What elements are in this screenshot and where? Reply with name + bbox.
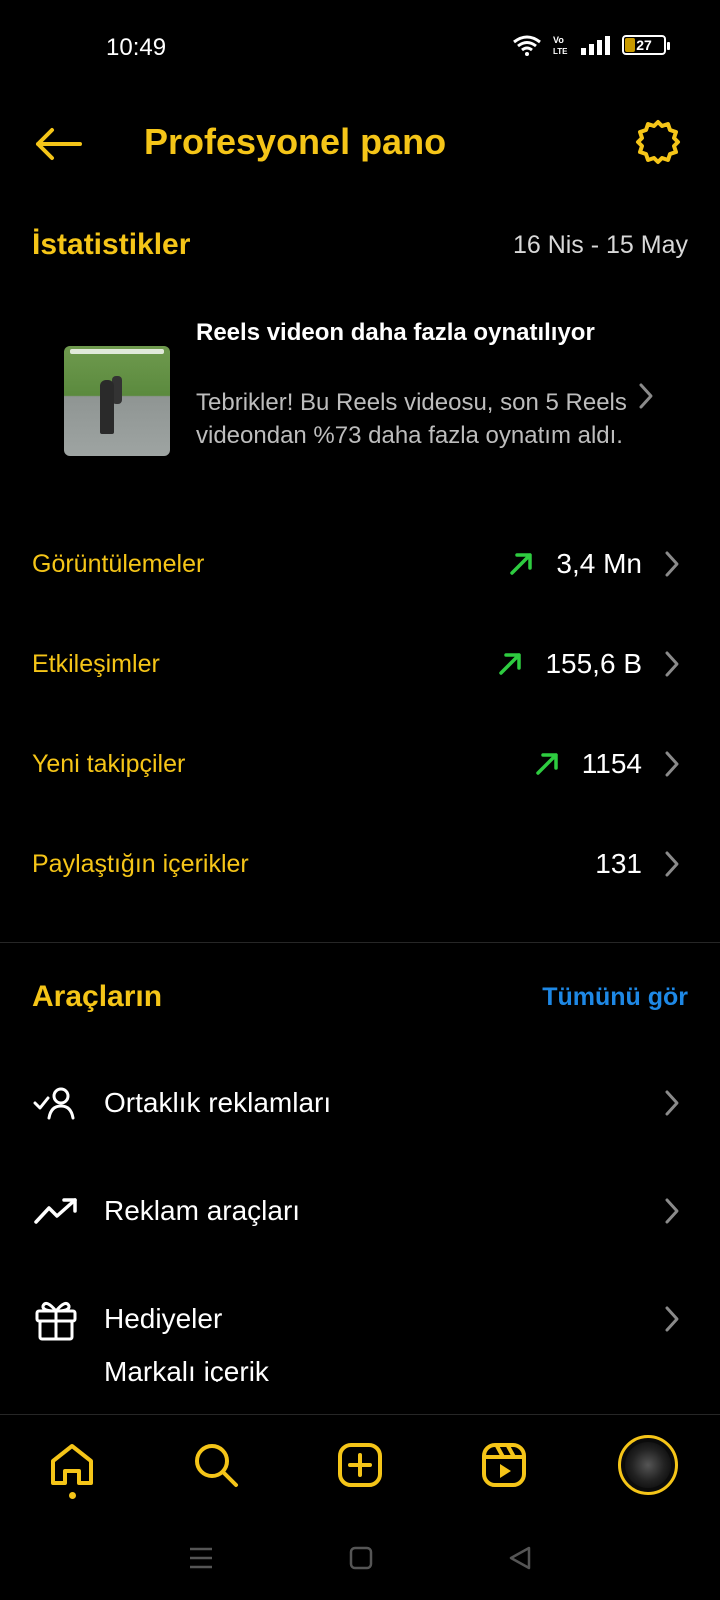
menu-icon[interactable] — [188, 1546, 214, 1570]
signal-icon — [581, 36, 610, 55]
tool-item-gifts[interactable]: Hediyeler — [32, 1284, 680, 1354]
status-time: 10:49 — [106, 34, 167, 61]
chevron-right-icon — [639, 383, 653, 409]
chevron-right-icon — [665, 851, 679, 877]
back-triangle-icon[interactable] — [508, 1546, 532, 1570]
back-button[interactable] — [30, 116, 86, 172]
stats-title: İstatistikler — [32, 228, 191, 261]
battery-icon: 27 — [622, 35, 670, 55]
create-plus-icon — [338, 1442, 382, 1487]
arrow-left-icon — [36, 128, 82, 160]
see-all-link[interactable]: Tümünü gör — [542, 983, 688, 1012]
chevron-right-icon — [665, 1090, 679, 1116]
tool-item-ad-tools[interactable]: Reklam araçları — [32, 1176, 680, 1246]
search-icon — [195, 1443, 238, 1487]
stat-value: 3,4 Mn — [556, 548, 642, 579]
battery-fill — [625, 38, 636, 52]
stat-label: Yeni takipçiler — [32, 749, 186, 778]
stat-value: 1154 — [581, 748, 642, 779]
nav-create[interactable] — [320, 1425, 400, 1505]
system-nav-bar — [0, 1516, 720, 1600]
status-icons: Vo LTE 27 — [512, 34, 670, 56]
reel-highlight-card[interactable]: Reels videon daha fazla oynatılıyor Tebr… — [64, 316, 688, 490]
stat-row-new-followers[interactable]: Yeni takipçiler 1154 — [32, 734, 680, 794]
reel-highlight-title: Reels videon daha fazla oynatılıyor — [196, 319, 595, 346]
stat-row-shared-content[interactable]: Paylaştığın içerikler 131 — [32, 834, 680, 894]
home-icon — [51, 1443, 93, 1485]
stat-label: Paylaştığın içerikler — [32, 849, 249, 878]
stat-value: 131 — [595, 848, 642, 879]
svg-text:Vo: Vo — [553, 35, 564, 45]
chevron-right-icon — [665, 751, 679, 777]
header: Profesyonel pano — [0, 96, 720, 196]
trend-up-icon — [510, 553, 533, 575]
active-indicator — [69, 1491, 76, 1499]
tool-label: Reklam araçları — [104, 1195, 301, 1226]
chevron-right-icon — [665, 1198, 679, 1224]
stat-row-views[interactable]: Görüntülemeler 3,4 Mn — [32, 534, 680, 594]
page-title: Profesyonel pano — [144, 121, 447, 162]
stat-label: Etkileşimler — [32, 649, 160, 678]
nav-profile[interactable] — [608, 1425, 688, 1505]
tool-label: Hediyeler — [104, 1303, 223, 1334]
trending-up-icon — [34, 1198, 77, 1224]
trend-up-icon — [499, 653, 522, 675]
tools-header: Araçların Tümünü gör — [32, 974, 688, 1020]
chevron-right-icon — [665, 1306, 679, 1332]
profile-avatar — [618, 1434, 678, 1495]
section-divider — [0, 942, 720, 943]
tools-title: Araçların — [32, 980, 163, 1013]
reel-highlight-description: Tebrikler! Bu Reels videosu, son 5 Reels… — [196, 389, 627, 449]
date-range[interactable]: 16 Nis - 15 May — [513, 231, 688, 260]
nav-reels[interactable] — [464, 1425, 544, 1505]
settings-button[interactable] — [630, 114, 686, 170]
nav-home[interactable] — [32, 1425, 112, 1505]
partnership-user-check-icon — [33, 1087, 75, 1120]
tool-label: Ortaklık reklamları — [104, 1087, 332, 1118]
tool-item-branded-content[interactable]: Markalı içerik — [104, 1352, 269, 1382]
home-square-icon[interactable] — [349, 1546, 373, 1570]
bottom-nav — [0, 1414, 720, 1514]
trend-up-icon — [536, 753, 558, 775]
reels-icon — [482, 1442, 526, 1487]
stats-header: İstatistikler 16 Nis - 15 May — [32, 222, 688, 268]
chevron-right-icon — [665, 551, 679, 577]
stat-value: 155,6 B — [545, 648, 642, 679]
reel-thumbnail — [64, 346, 170, 456]
battery-level: 27 — [636, 37, 652, 53]
status-bar: 10:49 Vo LTE 27 — [0, 0, 720, 96]
tool-item-partnership-ads[interactable]: Ortaklık reklamları — [32, 1068, 680, 1138]
chevron-right-icon — [665, 651, 679, 677]
gift-icon — [35, 1301, 77, 1341]
volte-icon: Vo LTE — [553, 35, 568, 56]
svg-text:LTE: LTE — [553, 47, 568, 56]
stat-label: Görüntülemeler — [32, 549, 205, 578]
wifi-icon — [513, 35, 541, 56]
stat-row-interactions[interactable]: Etkileşimler 155,6 B — [32, 634, 680, 694]
nav-search[interactable] — [176, 1425, 256, 1505]
gear-icon — [636, 120, 680, 164]
